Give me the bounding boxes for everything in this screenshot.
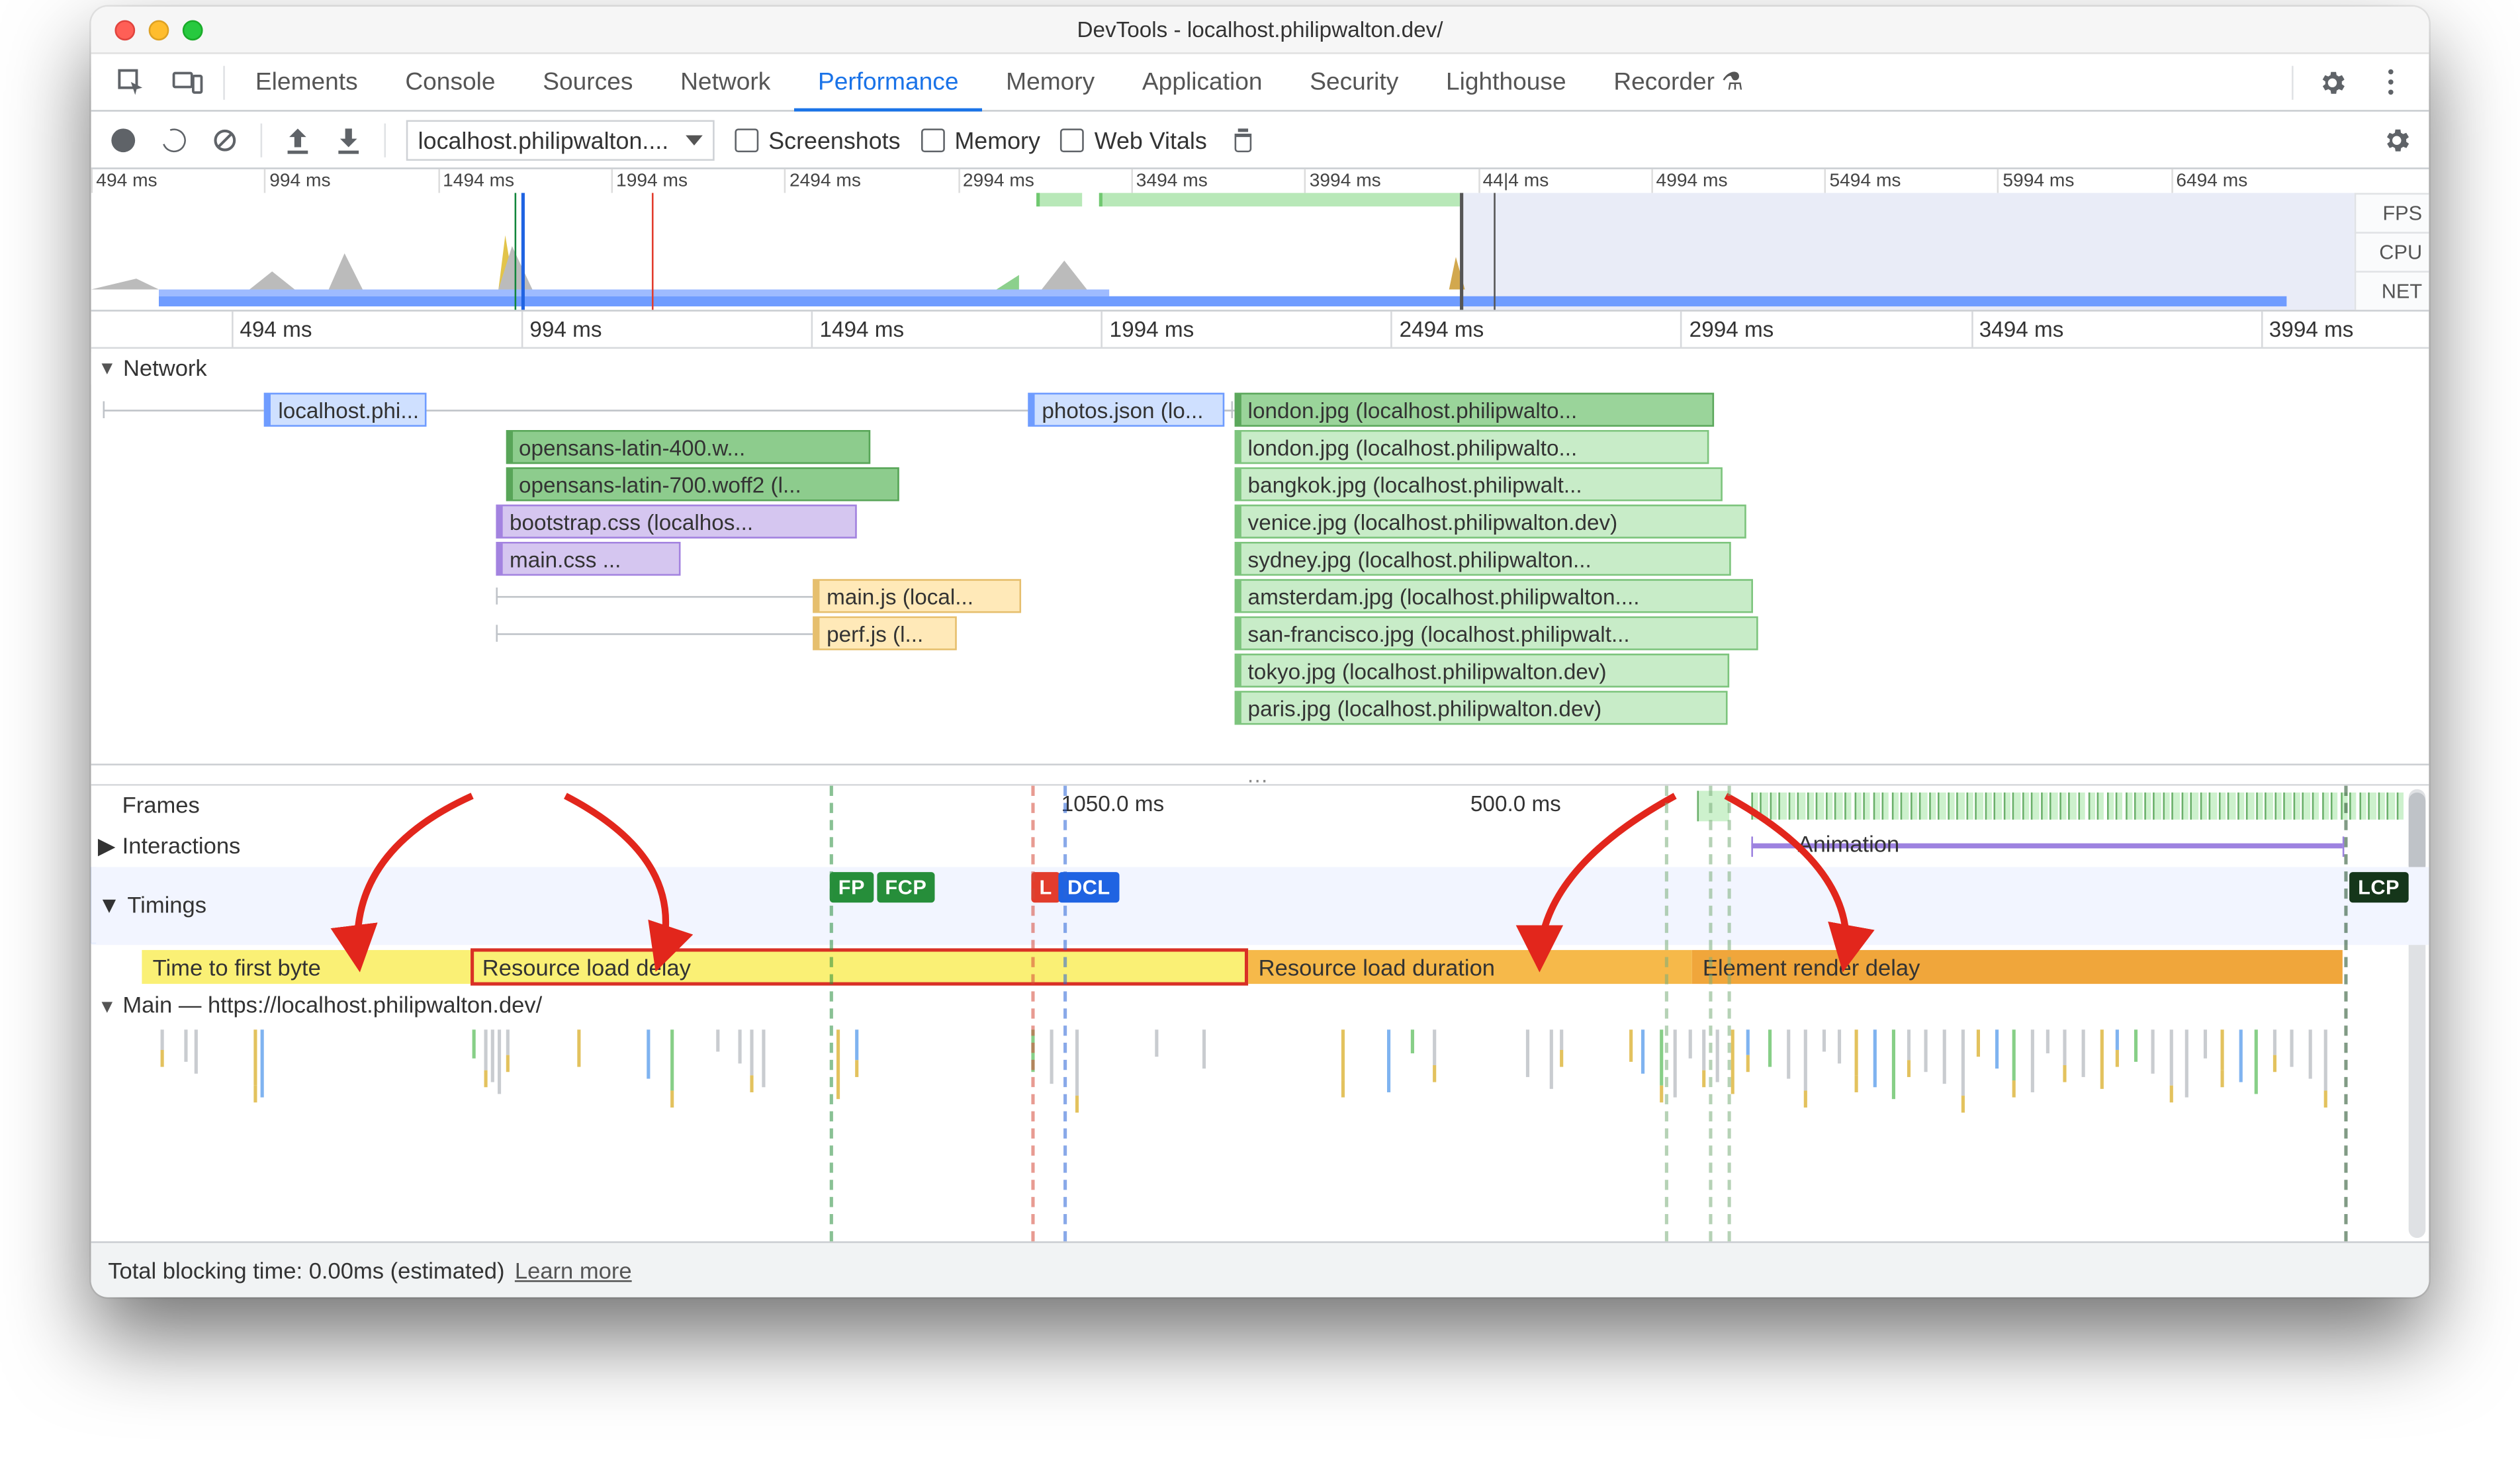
overview-timeline[interactable]: 494 ms994 ms1494 ms1994 ms2494 ms2994 ms… (91, 169, 2429, 312)
tab-application[interactable]: Application (1118, 53, 1286, 110)
timings-lane[interactable]: ▼Timings FPFCPLDCLLCP (91, 867, 2429, 945)
interactions-lane[interactable]: ▶Interactions Animation (91, 826, 2429, 867)
network-request[interactable]: amsterdam.jpg (localhost.philipwalton...… (1234, 579, 1752, 613)
clear-button[interactable] (210, 124, 240, 155)
network-request[interactable]: perf.js (l... (813, 617, 957, 650)
network-request[interactable]: paris.jpg (localhost.philipwalton.dev) (1234, 691, 1727, 724)
devtools-window: DevTools - localhost.philipwalton.dev/ E… (91, 7, 2429, 1297)
network-request[interactable]: bangkok.jpg (localhost.philipwalt... (1234, 467, 1723, 501)
tab-lighthouse[interactable]: Lighthouse (1422, 53, 1590, 110)
inspect-icon[interactable] (101, 53, 159, 110)
network-section-header[interactable]: ▼ Network (91, 352, 217, 384)
lcp-segment[interactable]: Resource load delay (472, 950, 1245, 984)
network-request[interactable]: opensans-latin-700.woff2 (l... (506, 467, 899, 501)
timing-marker-lcp[interactable]: LCP (2349, 872, 2408, 902)
network-pane[interactable]: 494 ms 994 ms 1494 ms 1994 ms 2494 ms 2994 ms… (91, 312, 2429, 765)
device-toggle-icon[interactable] (159, 53, 216, 110)
panel-tabs[interactable]: ElementsConsoleSourcesNetworkPerformance… (91, 54, 2429, 112)
main-thread-lane[interactable]: ▼ Main — https://localhost.philipwalton.… (91, 989, 2429, 1192)
tab-memory[interactable]: Memory (982, 53, 1118, 110)
tab-performance[interactable]: Performance (794, 53, 982, 110)
ruler-tick: 2494 ms (1391, 312, 1484, 347)
window-title: DevTools - localhost.philipwalton.dev/ (91, 17, 2429, 42)
ruler-tick: 1994 ms (1101, 312, 1194, 347)
profile-select[interactable]: localhost.philipwalton.... (406, 119, 715, 159)
network-request[interactable]: sydney.jpg (localhost.philipwalton... (1234, 542, 1732, 576)
main-flamechart[interactable] (91, 1029, 2406, 1192)
disclosure-triangle-icon[interactable]: ▼ (98, 893, 120, 918)
ruler-tick: 3494 ms (1971, 312, 2063, 347)
timeline-ruler[interactable]: 494 ms 994 ms 1494 ms 1994 ms 2494 ms 2994 ms… (91, 312, 2429, 349)
overview-ruler: 494 ms994 ms1494 ms1994 ms2494 ms2994 ms… (91, 169, 2345, 193)
network-request[interactable]: london.jpg (localhost.philipwalto... (1234, 430, 1709, 464)
upload-profile-icon[interactable] (283, 124, 313, 155)
network-request[interactable]: venice.jpg (localhost.philipwalton.dev) (1234, 505, 1746, 539)
performance-toolbar: localhost.philipwalton.... Screenshots M… (91, 112, 2429, 169)
tab-recorder[interactable]: Recorder ⚗ (1590, 53, 1767, 110)
lcp-segment[interactable]: Resource load duration (1248, 950, 1692, 984)
network-waterfall[interactable]: localhost.phi... opensans-latin-400.w...o… (91, 349, 2406, 763)
lcp-segment[interactable]: Element render delay (1693, 950, 2343, 984)
tab-sources[interactable]: Sources (519, 53, 656, 110)
trash-icon[interactable] (1228, 124, 1258, 155)
tab-network[interactable]: Network (656, 53, 794, 110)
network-request[interactable]: localhost.phi... (265, 393, 427, 427)
timing-marker-fcp[interactable]: FCP (877, 872, 936, 902)
timing-marker-l[interactable]: L (1031, 872, 1061, 902)
lcp-segment[interactable]: Time to first byte (142, 950, 470, 984)
download-profile-icon[interactable] (334, 124, 364, 155)
footer: Total blocking time: 0.00ms (estimated) … (91, 1243, 2429, 1297)
network-request[interactable]: san-francisco.jpg (localhost.philipwalt.… (1234, 617, 1757, 650)
frames-lane[interactable]: ▶Frames 1050.0 ms 500.0 ms (91, 786, 2429, 826)
disclosure-triangle-icon[interactable]: ▼ (98, 998, 116, 1018)
ruler-tick: 1494 ms (811, 312, 904, 347)
network-request[interactable]: opensans-latin-400.w... (506, 430, 871, 464)
overview-lane-labels: FPS CPU NET (2355, 193, 2429, 310)
memory-checkbox[interactable]: Memory (921, 126, 1040, 153)
kebab-menu-icon[interactable] (2361, 53, 2419, 110)
tab-security[interactable]: Security (1286, 53, 1422, 110)
network-request[interactable]: london.jpg (localhost.philipwalto... (1234, 393, 1713, 427)
timing-marker-fp[interactable]: FP (830, 872, 874, 902)
ruler-tick: 2994 ms (1681, 312, 1774, 347)
capture-settings-icon[interactable] (2382, 124, 2412, 155)
learn-more-link[interactable]: Learn more (515, 1258, 632, 1283)
network-request[interactable]: photos.json (lo... (1028, 393, 1225, 427)
ruler-tick: 994 ms (521, 312, 602, 347)
reload-record-button[interactable] (159, 124, 189, 155)
disclosure-triangle-icon[interactable]: ▶ (98, 832, 116, 859)
settings-icon[interactable] (2304, 53, 2361, 110)
title-bar[interactable]: DevTools - localhost.philipwalton.dev/ (91, 7, 2429, 54)
ruler-tick: 494 ms (232, 312, 312, 347)
network-request[interactable]: main.js (local... (813, 579, 1022, 613)
timing-marker-dcl[interactable]: DCL (1059, 872, 1118, 902)
lcp-breakdown-row[interactable]: Time to first byteResource load delayRes… (91, 945, 2429, 989)
blocking-time-text: Total blocking time: 0.00ms (estimated) (108, 1258, 504, 1283)
ruler-tick: 3994 ms (2261, 312, 2353, 347)
network-request[interactable]: main.css ... (496, 542, 682, 576)
tab-console[interactable]: Console (382, 53, 519, 110)
overview-body[interactable] (91, 193, 2355, 310)
webvitals-checkbox[interactable]: Web Vitals (1061, 126, 1207, 153)
chevron-down-icon (686, 134, 703, 144)
screenshots-checkbox[interactable]: Screenshots (735, 126, 900, 153)
network-request[interactable]: tokyo.jpg (localhost.philipwalton.dev) (1234, 654, 1729, 687)
animation-label: Animation (1798, 832, 1900, 857)
record-button[interactable] (108, 124, 138, 155)
network-request[interactable]: bootstrap.css (localhos... (496, 505, 858, 539)
profile-select-label: localhost.philipwalton.... (418, 126, 669, 153)
tab-elements[interactable]: Elements (232, 53, 381, 110)
flamechart-pane[interactable]: ▶Frames 1050.0 ms 500.0 ms ▶Interactions… (91, 786, 2429, 1243)
pane-split-handle[interactable] (91, 765, 2429, 786)
disclosure-triangle-icon[interactable]: ▼ (98, 358, 116, 378)
